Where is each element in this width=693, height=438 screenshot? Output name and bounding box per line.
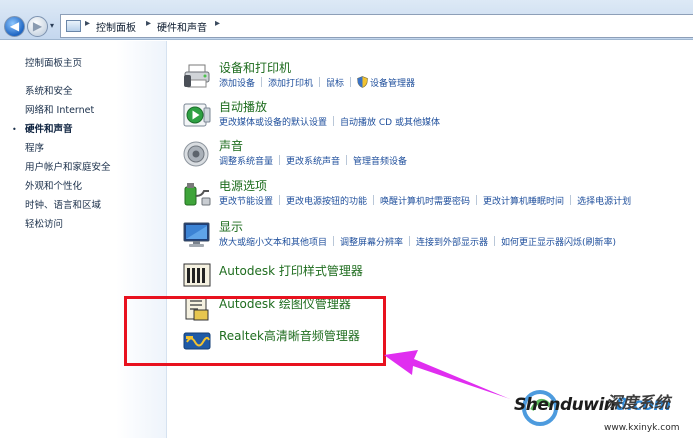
link-change-system-sounds[interactable]: 更改系统声音 xyxy=(286,154,340,167)
category-autoplay: 自动播放 更改媒体或设备的默认设置 自动播放 CD 或其他媒体 xyxy=(182,98,693,132)
left-nav-network-internet[interactable]: 网络和 Internet xyxy=(25,102,94,116)
left-nav-pane: 控制面板主页 系统和安全 网络和 Internet • 硬件和声音 程序 用户帐… xyxy=(0,41,167,438)
category-links-sound: 调整系统音量 更改系统声音 管理音频设备 xyxy=(219,154,407,168)
category-title-display[interactable]: 显示 xyxy=(219,218,243,235)
category-links-devices-printers: 添加设备 添加打印机 鼠标 设备管理器 xyxy=(219,76,415,90)
link-divider xyxy=(350,77,352,87)
link-divider xyxy=(409,236,411,246)
category-links-display: 放大或缩小文本和其他项目 调整屏幕分辨率 连接到外部显示器 如何更正显示器闪烁(刷新率… xyxy=(219,235,616,249)
category-devices-printers: 设备和打印机 添加设备 添加打印机 鼠标 设备管理器 xyxy=(182,59,693,93)
breadcrumb-separator-icon[interactable]: ▸ xyxy=(85,18,90,29)
link-mouse[interactable]: 鼠标 xyxy=(326,76,344,89)
category-title-autoplay[interactable]: 自动播放 xyxy=(219,98,267,115)
left-nav-system-security[interactable]: 系统和安全 xyxy=(25,83,73,97)
left-nav-appearance[interactable]: 外观和个性化 xyxy=(25,178,82,192)
link-refresh-rate[interactable]: 如何更正显示器闪烁(刷新率) xyxy=(501,235,616,248)
category-title-devices-printers[interactable]: 设备和打印机 xyxy=(219,59,291,76)
watermark-brand-main: Shenduwin xyxy=(514,395,616,415)
link-external-display[interactable]: 连接到外部显示器 xyxy=(416,235,488,248)
category-title-power-options[interactable]: 电源选项 xyxy=(219,177,267,194)
link-manage-audio-devices[interactable]: 管理音频设备 xyxy=(353,154,407,167)
back-arrow-icon: ◀ xyxy=(9,19,20,33)
link-require-password-wake[interactable]: 唤醒计算机时需要密码 xyxy=(380,194,470,207)
selected-bullet-icon: • xyxy=(12,125,17,134)
link-autoplay-cd[interactable]: 自动播放 CD 或其他媒体 xyxy=(340,115,440,128)
link-divider xyxy=(279,195,281,205)
recent-pages-dropdown[interactable]: ▾ xyxy=(50,21,54,30)
breadcrumb-separator-icon[interactable]: ▸ xyxy=(146,18,151,29)
link-screen-resolution[interactable]: 调整屏幕分辨率 xyxy=(340,235,403,248)
forward-button[interactable]: ▶ xyxy=(27,16,48,37)
uac-shield-icon xyxy=(357,76,368,88)
speaker-icon[interactable] xyxy=(182,139,212,169)
left-nav-hardware-sound[interactable]: 硬件和声音 xyxy=(25,121,73,135)
link-divider xyxy=(476,195,478,205)
link-adjust-volume[interactable]: 调整系统音量 xyxy=(219,154,273,167)
devices-printers-icon[interactable] xyxy=(182,61,212,91)
category-power-options: 电源选项 更改节能设置 更改电源按钮的功能 唤醒计算机时需要密码 更改计算机睡眠时间选… xyxy=(182,177,693,211)
watermark-chinese: 深度系统 xyxy=(606,393,671,412)
link-divider xyxy=(261,77,263,87)
display-icon[interactable] xyxy=(182,220,212,250)
link-change-sleep-time[interactable]: 更改计算机睡眠时间 xyxy=(483,194,564,207)
link-divider xyxy=(333,236,335,246)
main-content: 设备和打印机 添加设备 添加打印机 鼠标 设备管理器 自动播放 更改媒体或设备的默认设… xyxy=(168,41,693,438)
left-nav-ease-of-access[interactable]: 轻松访问 xyxy=(25,216,63,230)
power-icon[interactable] xyxy=(182,179,212,209)
link-divider xyxy=(570,195,572,205)
left-nav-programs[interactable]: 程序 xyxy=(25,140,44,154)
link-divider xyxy=(373,195,375,205)
link-change-power-saving[interactable]: 更改节能设置 xyxy=(219,194,273,207)
watermark-url: www.kxinyk.com xyxy=(604,423,680,433)
control-panel-icon xyxy=(66,20,81,32)
category-display: 显示 放大或缩小文本和其他项目 调整屏幕分辨率 连接到外部显示器 如何更正显示器闪烁(… xyxy=(182,218,693,252)
vendor-title-autodesk-print-style[interactable]: Autodesk 打印样式管理器 xyxy=(219,262,363,279)
link-power-button-function[interactable]: 更改电源按钮的功能 xyxy=(286,194,367,207)
category-title-sound[interactable]: 声音 xyxy=(219,137,243,154)
left-nav-clock-language[interactable]: 时钟、语言和区域 xyxy=(25,197,101,211)
vendor-item-autodesk-print-style: Autodesk 打印样式管理器 xyxy=(182,258,693,287)
address-bar[interactable]: ▸ 控制面板 ▸ 硬件和声音 ▸ xyxy=(60,14,693,38)
category-links-power-options: 更改节能设置 更改电源按钮的功能 唤醒计算机时需要密码 更改计算机睡眠时间 选择电源计划 xyxy=(219,194,631,208)
link-add-printer[interactable]: 添加打印机 xyxy=(268,76,313,89)
autoplay-icon[interactable] xyxy=(182,100,212,130)
link-divider xyxy=(279,155,281,165)
breadcrumb-hardware-sound[interactable]: 硬件和声音 xyxy=(157,19,207,34)
link-divider xyxy=(346,155,348,165)
forward-arrow-icon: ▶ xyxy=(32,19,43,33)
navigation-bar: ◀ ▶ ▾ ▸ 控制面板 ▸ 硬件和声音 ▸ xyxy=(0,0,693,40)
autodesk-print-style-icon[interactable] xyxy=(182,260,212,290)
link-divider xyxy=(319,77,321,87)
back-button[interactable]: ◀ xyxy=(4,16,25,37)
link-divider xyxy=(494,236,496,246)
breadcrumb-control-panel[interactable]: 控制面板 xyxy=(96,19,136,34)
link-divider xyxy=(333,116,335,126)
link-text-size[interactable]: 放大或缩小文本和其他项目 xyxy=(219,235,327,248)
link-choose-power-plan[interactable]: 选择电源计划 xyxy=(577,194,631,207)
category-sound: 声音 调整系统音量 更改系统声音 管理音频设备 xyxy=(182,137,693,171)
link-device-manager[interactable]: 设备管理器 xyxy=(370,76,415,89)
category-links-autoplay: 更改媒体或设备的默认设置 自动播放 CD 或其他媒体 xyxy=(219,115,440,129)
breadcrumb-separator-icon[interactable]: ▸ xyxy=(215,18,220,29)
highlight-box xyxy=(124,296,386,366)
link-add-device[interactable]: 添加设备 xyxy=(219,76,255,89)
link-change-media-defaults[interactable]: 更改媒体或设备的默认设置 xyxy=(219,115,327,128)
left-nav-user-accounts[interactable]: 用户帐户和家庭安全 xyxy=(25,159,111,173)
left-nav-home-link[interactable]: 控制面板主页 xyxy=(25,55,82,69)
